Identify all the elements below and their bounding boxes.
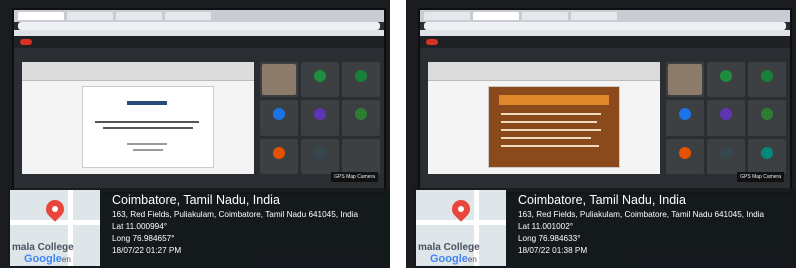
participant-tile xyxy=(707,138,745,174)
participant-tile xyxy=(342,138,380,174)
location-latitude: Lat 11.000994° xyxy=(112,222,168,231)
location-longitude: Long 76.984657° xyxy=(112,234,175,243)
participant-tile xyxy=(707,62,745,98)
google-logo-suffix: en xyxy=(61,255,71,264)
gps-camera-badge: GPS Map Camera xyxy=(737,172,784,182)
map-place-label: mala College xyxy=(418,242,480,253)
location-datetime: 18/07/22 01:38 PM xyxy=(518,246,588,255)
browser-tab xyxy=(473,12,519,20)
photo-right: GPS Map Camera mala College Googleen Coi… xyxy=(406,0,796,268)
google-logo-suffix: en xyxy=(467,255,477,264)
meeting-top-bar xyxy=(14,36,384,48)
location-datetime: 18/07/22 01:27 PM xyxy=(112,246,182,255)
monitor-screen xyxy=(418,8,792,194)
presentation-slide xyxy=(488,86,620,168)
browser-tab-bar xyxy=(14,10,384,22)
participant-tile xyxy=(342,100,380,136)
location-city: Coimbatore, Tamil Nadu, India xyxy=(112,193,280,207)
browser-tab xyxy=(116,12,162,20)
location-city: Coimbatore, Tamil Nadu, India xyxy=(518,193,686,207)
participant-grid xyxy=(666,62,786,174)
location-longitude: Long 76.984633° xyxy=(518,234,581,243)
participant-tile xyxy=(342,62,380,98)
map-thumbnail: mala College Googleen xyxy=(416,190,506,266)
presentation-slide xyxy=(82,86,214,168)
participant-tile xyxy=(748,138,786,174)
location-address: 163, Red Fields, Puliakulam, Coimbatore,… xyxy=(112,210,359,219)
location-info: Coimbatore, Tamil Nadu, India 163, Red F… xyxy=(112,192,358,257)
location-pin-dot xyxy=(52,206,58,212)
record-icon xyxy=(20,39,32,45)
location-address: 163, Red Fields, Puliakulam, Coimbatore,… xyxy=(518,210,765,219)
photo-left: GPS Map Camera mala College Googleen Coi… xyxy=(0,0,390,268)
participant-tile xyxy=(301,100,339,136)
location-info: Coimbatore, Tamil Nadu, India 163, Red F… xyxy=(518,192,764,257)
participant-tile xyxy=(260,138,298,174)
participant-tile xyxy=(666,62,704,98)
map-thumbnail: mala College Googleen xyxy=(10,190,100,266)
shared-presentation xyxy=(22,62,254,174)
google-logo-text: Google xyxy=(24,253,62,265)
participant-tile xyxy=(707,100,745,136)
monitor-screen xyxy=(12,8,386,194)
url-bar xyxy=(424,22,786,30)
google-logo: Googleen xyxy=(24,253,71,265)
participant-tile xyxy=(666,100,704,136)
browser-tab xyxy=(424,12,470,20)
browser-tab xyxy=(165,12,211,20)
participant-tile xyxy=(301,62,339,98)
url-bar xyxy=(18,22,380,30)
browser-tab xyxy=(571,12,617,20)
participant-tile xyxy=(301,138,339,174)
gps-camera-badge-text: GPS Map Camera xyxy=(740,174,781,180)
location-latitude: Lat 11.001002° xyxy=(518,222,574,231)
location-pin-dot xyxy=(458,206,464,212)
meeting-top-bar xyxy=(420,36,790,48)
participant-tile xyxy=(260,100,298,136)
participant-tile xyxy=(666,138,704,174)
record-icon xyxy=(426,39,438,45)
map-place-label: mala College xyxy=(12,242,74,253)
google-logo-text: Google xyxy=(430,253,468,265)
shared-presentation xyxy=(428,62,660,174)
participant-tile xyxy=(260,62,298,98)
browser-tab xyxy=(67,12,113,20)
browser-tab-bar xyxy=(420,10,790,22)
gps-camera-badge-text: GPS Map Camera xyxy=(334,174,375,180)
participant-grid xyxy=(260,62,380,174)
browser-tab xyxy=(522,12,568,20)
gps-camera-badge: GPS Map Camera xyxy=(331,172,378,182)
participant-tile xyxy=(748,100,786,136)
slide-title-block xyxy=(499,95,609,105)
browser-tab xyxy=(18,12,64,20)
participant-tile xyxy=(748,62,786,98)
google-logo: Googleen xyxy=(430,253,477,265)
presentation-ribbon xyxy=(22,62,254,81)
presentation-ribbon xyxy=(428,62,660,81)
